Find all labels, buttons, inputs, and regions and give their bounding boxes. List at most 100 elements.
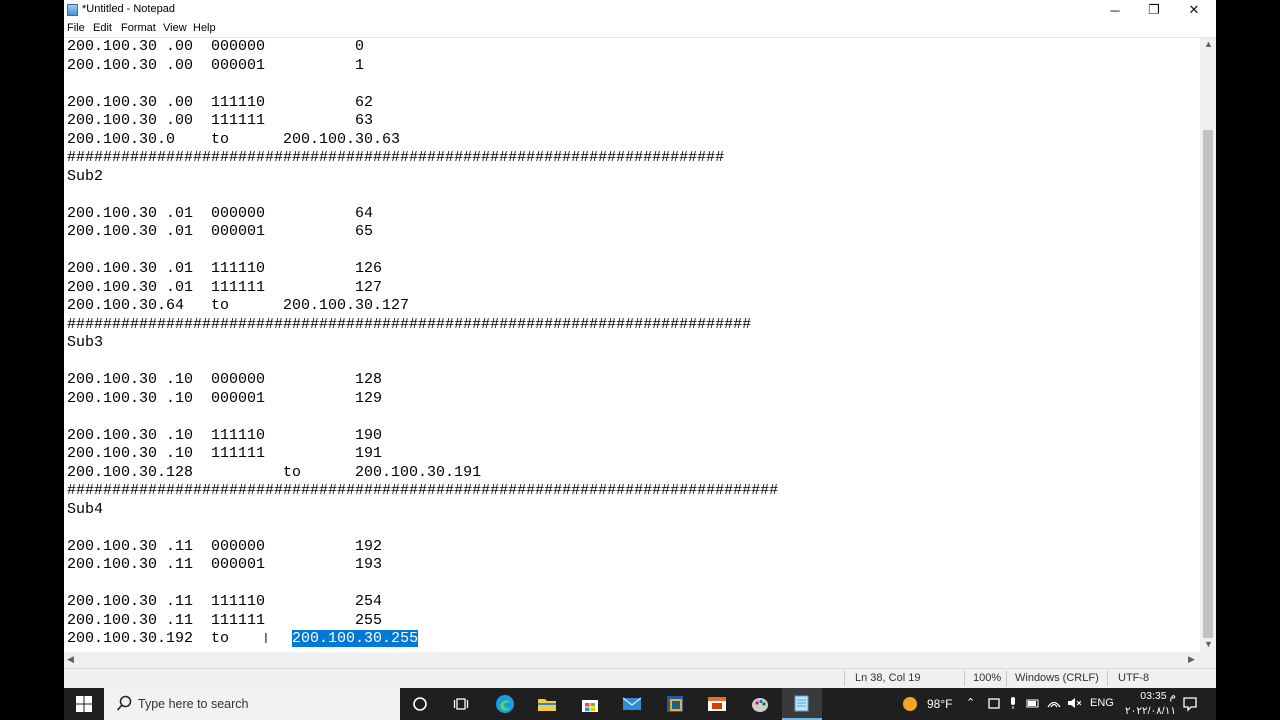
selected-text[interactable]: 200.100.30.255 (292, 630, 419, 647)
scroll-up-icon[interactable]: ▲ (1204, 39, 1213, 49)
line-ending: Windows (CRLF) (1015, 672, 1099, 684)
restore-icon: ❐ (1148, 2, 1160, 17)
editor-line: 200.100.30 .10 000001 129 (67, 389, 383, 407)
menu-bar: File Edit Format View Help (64, 20, 1216, 38)
editor-line: 200.100.30 .11 000001 193 (67, 556, 383, 573)
folder-icon (538, 699, 556, 711)
zoom-level: 100% (973, 672, 1002, 684)
editor-line: 200.100.30 .11 111111 255 (67, 611, 383, 629)
editor-line: 200.100.30 .10 111110 190 (67, 426, 383, 444)
window-title: *Untitled - Notepad (82, 3, 175, 15)
app-cube-icon (667, 696, 683, 712)
volume-muted-icon[interactable] (1067, 696, 1081, 710)
editor-line: Sub4 (67, 500, 104, 518)
menu-help[interactable]: Help (193, 22, 216, 34)
editor-line: 200.100.30 .00 000001 1 (67, 56, 365, 74)
scroll-thumb[interactable] (1203, 130, 1213, 638)
edge-browser-icon (496, 695, 514, 713)
taskbar-app-edge[interactable] (485, 688, 525, 720)
last-line-prefix: 200.100.30.192 to (67, 630, 293, 647)
status-divider (1107, 671, 1108, 686)
editor-line: 200.100.30 .10 111111 191 (67, 445, 383, 462)
cortana-button[interactable] (400, 688, 440, 720)
status-bar: Ln 38, Col 19 100% Windows (CRLF) UTF-8 (64, 668, 1216, 688)
paint-palette-icon (752, 698, 768, 712)
status-divider (964, 671, 965, 686)
editor-line: ########################################… (67, 149, 725, 166)
cursor-position: Ln 38, Col 19 (855, 672, 921, 684)
weather-temperature[interactable]: 98°F (927, 697, 952, 711)
title-bar[interactable]: *Untitled - Notepad ─ ❐ ✕ (64, 0, 1216, 20)
editor-line: 200.100.30 .10 000000 128 (67, 371, 383, 388)
editor-line: 200.100.30 .11 111110 254 (67, 593, 383, 610)
editor-line: 200.100.30 .01 111110 126 (67, 260, 383, 277)
taskbar-app-store[interactable] (570, 688, 610, 720)
task-view-button[interactable] (441, 688, 481, 720)
menu-format[interactable]: Format (121, 22, 156, 34)
vertical-scrollbar[interactable]: ▲ ▼ (1200, 38, 1216, 652)
notepad-window: *Untitled - Notepad ─ ❐ ✕ File Edit Form… (64, 0, 1216, 688)
editor-line: Sub2 (67, 167, 104, 185)
store-bag-icon (582, 700, 598, 712)
editor-line: Sub3 (67, 334, 104, 351)
scrollbar-corner (1200, 652, 1216, 668)
editor-line: 200.100.30.0 to 200.100.30.63 (67, 130, 401, 148)
text-editor[interactable]: 200.100.30 .00 000000 0 200.100.30 .00 00… (64, 38, 1200, 652)
editor-line: ########################################… (67, 482, 779, 499)
scroll-left-icon[interactable]: ◀ (67, 654, 74, 665)
clock-time: 03:35 م (1140, 690, 1176, 702)
minimize-icon: ─ (1110, 2, 1120, 18)
taskbar-app-file-explorer[interactable] (527, 688, 567, 720)
editor-line: 200.100.30 .01 111111 127 (67, 278, 383, 296)
close-icon: ✕ (1188, 2, 1200, 17)
show-hidden-icons-icon[interactable]: ⌃ (966, 696, 975, 709)
status-divider (844, 671, 845, 686)
notepad-icon (67, 4, 78, 16)
menu-file[interactable]: File (67, 22, 85, 34)
taskbar: Type here to search 98°F ⌃ ENG 03:35 م ٢… (64, 688, 1216, 720)
cortana-circle-icon (413, 697, 427, 711)
office-icon (708, 697, 726, 711)
action-center-icon[interactable] (1182, 696, 1198, 712)
clock-date: ٢٠٢٢/٠٨/١١ (1125, 705, 1176, 717)
microphone-icon[interactable] (1006, 696, 1020, 710)
scroll-down-icon[interactable]: ▼ (1204, 639, 1213, 649)
close-button[interactable]: ✕ (1174, 0, 1214, 20)
horizontal-scrollbar[interactable]: ◀ ▶ (64, 652, 1200, 668)
search-placeholder: Type here to search (138, 697, 249, 711)
editor-line: ########################################… (67, 315, 752, 333)
windows-logo-icon (76, 696, 92, 712)
network-icon[interactable] (1047, 696, 1061, 710)
editor-line: 200.100.30 .00 111111 63 (67, 112, 374, 129)
battery-icon[interactable] (1026, 696, 1040, 710)
minimize-button[interactable]: ─ (1095, 0, 1135, 20)
taskbar-search-box[interactable]: Type here to search (104, 688, 400, 720)
editor-line: 200.100.30 .01 000001 65 (67, 223, 374, 240)
search-icon (116, 695, 132, 711)
scroll-right-icon[interactable]: ▶ (1188, 654, 1195, 665)
taskbar-app-netbeans[interactable] (655, 688, 695, 720)
editor-line: 200.100.30 .00 000000 0 (67, 38, 365, 55)
meet-now-icon[interactable] (987, 696, 1001, 710)
mail-envelope-icon (622, 697, 642, 710)
weather-sun-icon (903, 697, 917, 711)
editor-line: 200.100.30.128 to 200.100.30.191 (67, 463, 482, 481)
taskbar-app-notepad-active[interactable] (782, 688, 822, 720)
ibeam-cursor-icon: I (264, 632, 268, 647)
editor-line: 200.100.30.64 to 200.100.30.127 (67, 297, 410, 314)
editor-line-last: 200.100.30.192 to 200.100.30.255 (67, 630, 419, 649)
input-language[interactable]: ENG (1090, 697, 1114, 709)
task-view-icon (453, 698, 469, 710)
start-button[interactable] (64, 688, 104, 720)
menu-view[interactable]: View (163, 22, 187, 34)
editor-line: 200.100.30 .01 000000 64 (67, 204, 374, 222)
status-divider (1006, 671, 1007, 686)
taskbar-app-paint[interactable] (740, 688, 780, 720)
taskbar-app-office[interactable] (697, 688, 737, 720)
menu-edit[interactable]: Edit (93, 22, 112, 34)
taskbar-app-mail[interactable] (612, 688, 652, 720)
notepad-icon (794, 695, 809, 712)
encoding: UTF-8 (1118, 672, 1150, 684)
maximize-button[interactable]: ❐ (1134, 0, 1174, 20)
clock[interactable]: 03:35 م ٢٠٢٢/٠٨/١١ (1124, 689, 1180, 719)
